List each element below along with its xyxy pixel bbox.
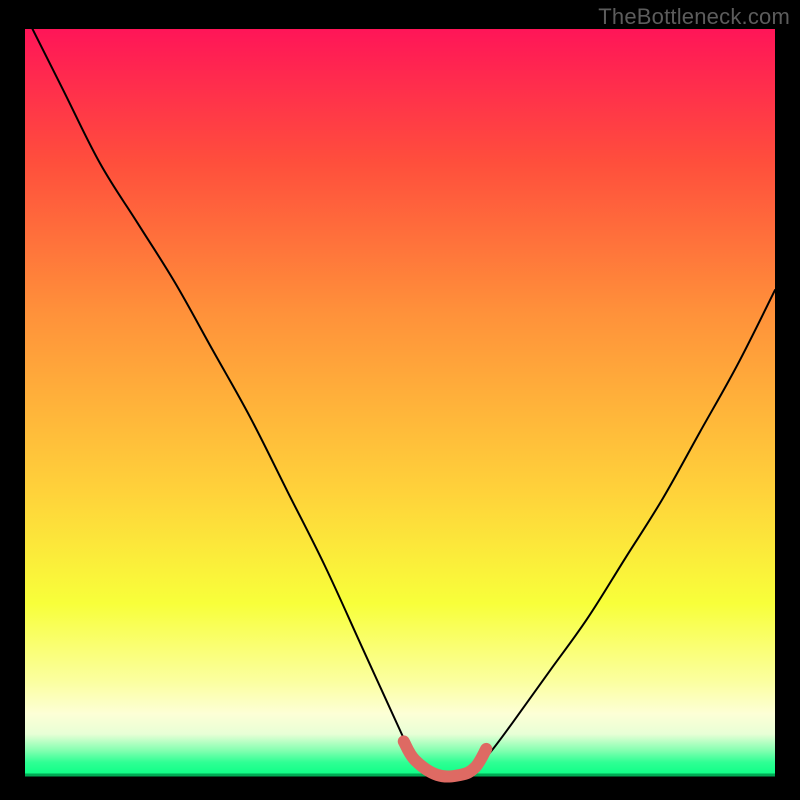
bottleneck-chart xyxy=(0,0,800,800)
chart-container: TheBottleneck.com xyxy=(0,0,800,800)
watermark-text: TheBottleneck.com xyxy=(598,4,790,30)
chart-gradient-bg xyxy=(25,29,775,775)
